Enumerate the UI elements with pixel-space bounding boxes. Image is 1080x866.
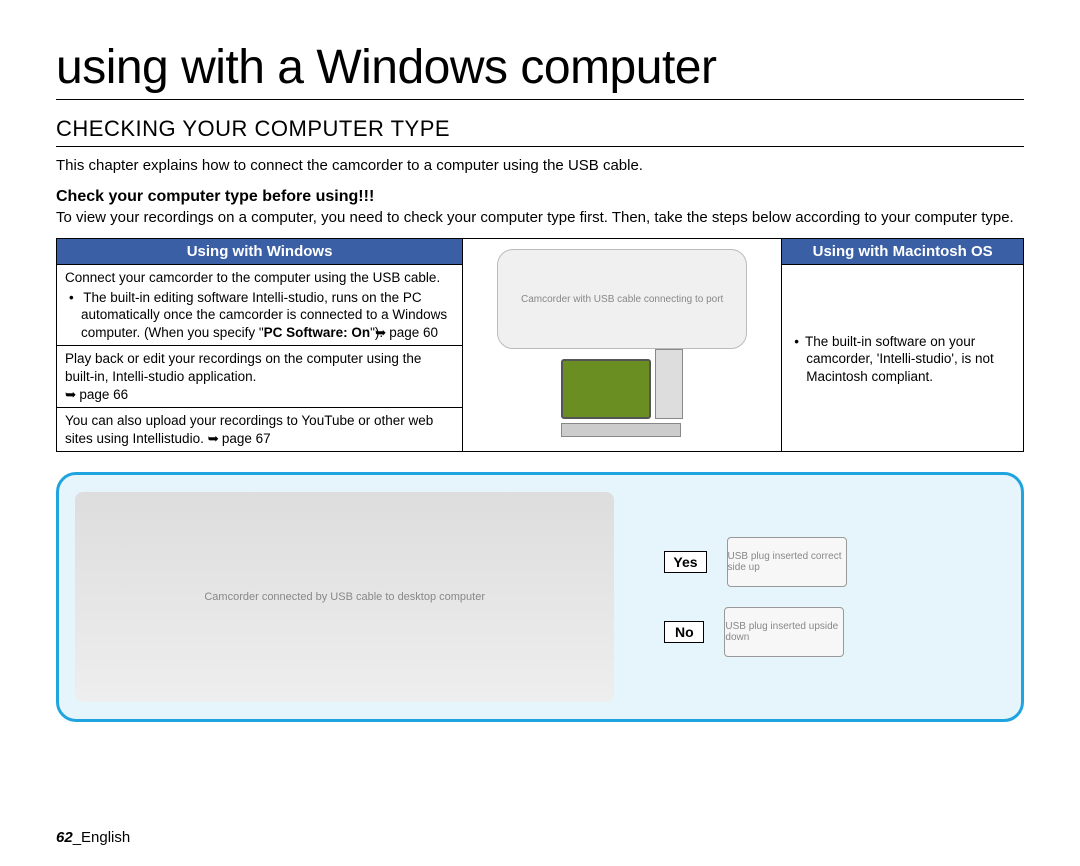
page-ref-60: page 60 [387,324,438,342]
windows-cell-2: Play back or edit your recordings on the… [57,346,463,408]
yes-label: Yes [664,551,706,573]
connection-diagram-panel: Camcorder connected by USB cable to desk… [56,472,1024,722]
usb-orientation-no: No USB plug inserted upside down [664,607,1005,657]
usb-correct-icon: USB plug inserted correct side up [727,537,847,587]
section-title: CHECKING YOUR COMPUTER TYPE [56,116,1024,147]
mac-cell: The built-in software on your camcorder,… [782,265,1024,452]
windows-cell-3: You can also upload your recordings to Y… [57,408,463,452]
windows-bullet-software: The built-in editing software Intelli-st… [65,289,454,342]
windows-cell-1: Connect your camcorder to the computer u… [57,265,463,346]
usb-orientation-yes: Yes USB plug inserted correct side up [664,537,1005,587]
header-mac: Using with Macintosh OS [782,239,1024,265]
page-title: using with a Windows computer [56,40,1024,100]
desktop-pc-image [537,353,707,433]
camcorder-to-pc-image: Camcorder connected by USB cable to desk… [75,492,614,702]
keyboard-icon [561,423,681,437]
page-number: 62 [56,829,73,846]
no-label: No [664,621,704,643]
usb-wrong-icon: USB plug inserted upside down [724,607,844,657]
sub-heading: Check your computer type before using!!! [56,188,1024,206]
sub-intro: To view your recordings on a computer, y… [56,208,1024,228]
monitor-icon [561,359,651,419]
comparison-table: Using with Windows Camcorder with USB ca… [56,238,1024,452]
page-ref-66: page 66 [65,386,128,404]
mac-bullet: The built-in software on your camcorder,… [790,333,1015,386]
tower-icon [655,349,683,419]
chapter-intro: This chapter explains how to connect the… [56,157,1024,174]
page-ref-67: page 67 [208,430,271,448]
camcorder-usb-image: Camcorder with USB cable connecting to p… [497,249,747,349]
header-windows: Using with Windows [57,239,463,265]
page-language: English [81,829,130,846]
page-footer: 62_English [56,829,130,846]
